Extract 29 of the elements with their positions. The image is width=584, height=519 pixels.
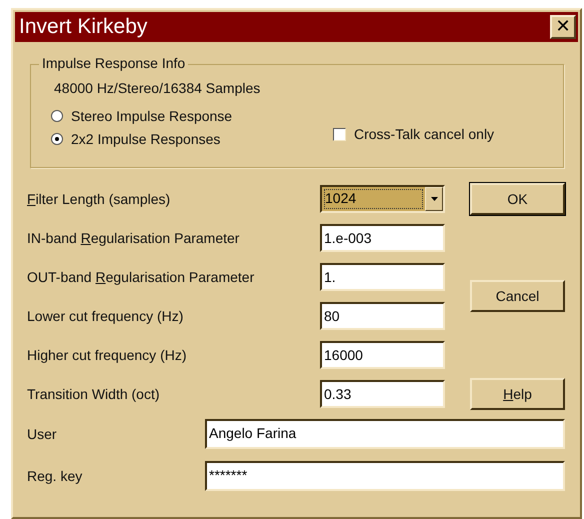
radio-label[interactable]: Stereo Impulse Response (71, 108, 232, 124)
input-field[interactable]: 1.e-003 (320, 224, 445, 252)
group-title: Impulse Response Info (39, 55, 188, 71)
input-field[interactable]: 16000 (320, 340, 445, 368)
field-label: Filter Length (samples) (27, 190, 172, 206)
field-label: OUT-band Regularisation Parameter (27, 268, 256, 284)
dialog-button[interactable]: Cancel (470, 280, 565, 312)
field-label: User (27, 426, 58, 442)
field-label: IN-band Regularisation Parameter (27, 230, 240, 246)
info-text: 48000 Hz/Stereo/16384 Samples (54, 80, 262, 96)
close-button[interactable]: ✕ (550, 15, 576, 39)
radio-button[interactable] (51, 110, 63, 122)
dropdown[interactable]: 1024 (320, 184, 445, 212)
input-field[interactable]: Angelo Farina (205, 419, 565, 449)
field-label: Transition Width (oct) (27, 386, 161, 402)
checkbox[interactable] (333, 128, 346, 140)
input-field[interactable]: 0.33 (320, 380, 445, 408)
input-field[interactable]: 80 (320, 302, 445, 330)
field-label: Reg. key (27, 468, 84, 484)
input-field[interactable]: 1. (320, 262, 445, 290)
field-label: Higher cut frequency (Hz) (27, 346, 188, 362)
radio-button[interactable] (51, 133, 63, 145)
window-title: Invert Kirkeby (19, 15, 148, 39)
dialog-button[interactable]: Help (470, 378, 565, 410)
input-field[interactable]: ******* (205, 461, 565, 491)
field-label: Lower cut frequency (Hz) (27, 308, 184, 324)
checkbox-label[interactable]: Cross-Talk cancel only (354, 126, 494, 142)
dialog-button[interactable]: OK (470, 182, 565, 214)
radio-label[interactable]: 2x2 Impulse Responses (71, 131, 220, 147)
